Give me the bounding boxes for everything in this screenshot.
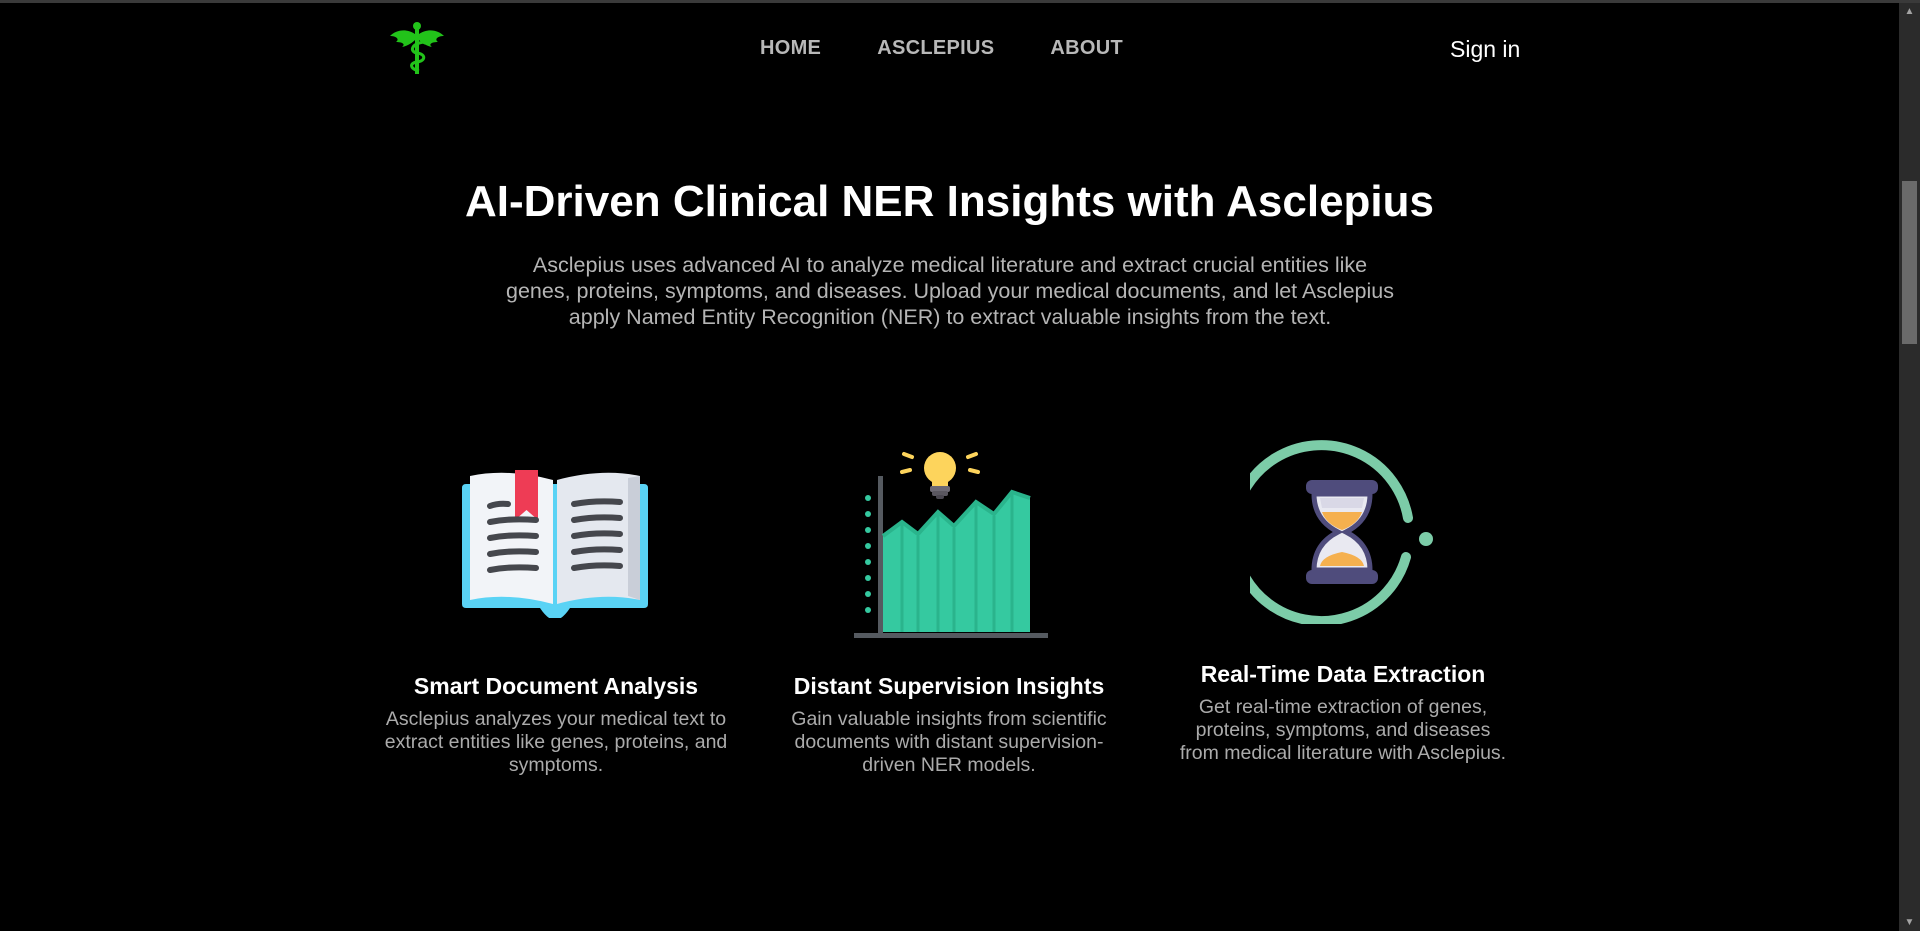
page: HOME ASCLEPIUS ABOUT Sign in AI-Driven C… [0,0,1920,931]
feature-title: Real-Time Data Extraction [1200,661,1486,687]
feature-card-document-analysis: Smart Document Analysis Asclepius analyz… [375,673,737,777]
open-book-icon [458,468,652,623]
nav-link-about[interactable]: ABOUT [1050,37,1123,60]
vertical-scrollbar[interactable]: ▲ ▼ [1899,3,1920,931]
nav-link-asclepius[interactable]: ASCLEPIUS [877,37,994,60]
feature-title: Smart Document Analysis [413,673,699,699]
caduceus-icon[interactable] [388,20,446,78]
feature-title: Distant Supervision Insights [793,673,1105,699]
growth-chart-lightbulb-icon [852,446,1048,645]
nav-links: HOME ASCLEPIUS ABOUT [760,37,1179,60]
hourglass-timer-icon [1228,440,1440,629]
scroll-up-arrow-icon[interactable]: ▲ [1899,3,1920,20]
signin-link[interactable]: Sign in [1450,36,1520,63]
feature-description: Asclepius analyzes your medical text to … [384,708,728,776]
feature-description: Gain valuable insights from scientific d… [791,708,1107,776]
feature-description: Get real-time extraction of genes, prote… [1179,696,1507,764]
feature-card-realtime-extraction: Real-Time Data Extraction Get real-time … [1178,661,1508,765]
nav-link-home[interactable]: HOME [760,37,821,60]
feature-card-distant-supervision: Distant Supervision Insights Gain valuab… [770,673,1128,777]
scroll-thumb[interactable] [1902,181,1917,344]
scroll-down-arrow-icon[interactable]: ▼ [1899,914,1920,931]
navbar: HOME ASCLEPIUS ABOUT Sign in [0,3,1899,93]
hero-description: Asclepius uses advanced AI to analyze me… [506,253,1394,329]
hero-title: AI-Driven Clinical NER Insights with Asc… [465,177,1434,226]
